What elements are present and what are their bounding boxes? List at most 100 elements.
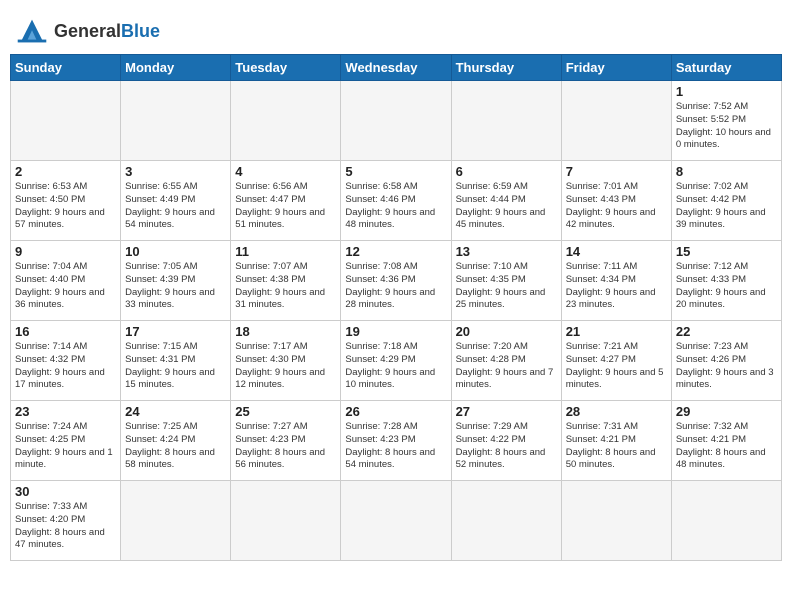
day-number: 3 bbox=[125, 164, 226, 179]
calendar-cell: 12 Sunrise: 7:08 AM Sunset: 4:36 PM Dayli… bbox=[341, 241, 451, 321]
day-info: Sunrise: 7:21 AM Sunset: 4:27 PM Dayligh… bbox=[566, 341, 667, 392]
page-header: GeneralBlue bbox=[10, 10, 782, 46]
day-number: 22 bbox=[676, 324, 777, 339]
day-info: Sunrise: 7:31 AM Sunset: 4:21 PM Dayligh… bbox=[566, 421, 667, 472]
day-number: 27 bbox=[456, 404, 557, 419]
calendar-cell bbox=[341, 481, 451, 561]
day-number: 24 bbox=[125, 404, 226, 419]
calendar-cell bbox=[121, 81, 231, 161]
calendar-cell: 21 Sunrise: 7:21 AM Sunset: 4:27 PM Dayli… bbox=[561, 321, 671, 401]
day-number: 12 bbox=[345, 244, 446, 259]
calendar-cell: 2 Sunrise: 6:53 AM Sunset: 4:50 PM Daylig… bbox=[11, 161, 121, 241]
calendar-cell bbox=[671, 481, 781, 561]
day-info: Sunrise: 7:25 AM Sunset: 4:24 PM Dayligh… bbox=[125, 421, 226, 472]
day-number: 7 bbox=[566, 164, 667, 179]
calendar-cell bbox=[341, 81, 451, 161]
day-number: 1 bbox=[676, 84, 777, 99]
logo-text: GeneralBlue bbox=[54, 21, 160, 42]
day-number: 19 bbox=[345, 324, 446, 339]
week-row-2: 9 Sunrise: 7:04 AM Sunset: 4:40 PM Daylig… bbox=[11, 241, 782, 321]
week-row-1: 2 Sunrise: 6:53 AM Sunset: 4:50 PM Daylig… bbox=[11, 161, 782, 241]
calendar-cell: 23 Sunrise: 7:24 AM Sunset: 4:25 PM Dayli… bbox=[11, 401, 121, 481]
day-info: Sunrise: 6:59 AM Sunset: 4:44 PM Dayligh… bbox=[456, 181, 557, 232]
day-number: 14 bbox=[566, 244, 667, 259]
calendar-cell: 11 Sunrise: 7:07 AM Sunset: 4:38 PM Dayli… bbox=[231, 241, 341, 321]
day-number: 18 bbox=[235, 324, 336, 339]
day-number: 10 bbox=[125, 244, 226, 259]
weekday-header-sunday: Sunday bbox=[11, 55, 121, 81]
day-number: 23 bbox=[15, 404, 116, 419]
calendar-cell bbox=[231, 481, 341, 561]
calendar-cell: 30 Sunrise: 7:33 AM Sunset: 4:20 PM Dayli… bbox=[11, 481, 121, 561]
calendar-cell: 29Sunrise: 7:32 AM Sunset: 4:21 PM Dayli… bbox=[671, 401, 781, 481]
calendar-cell: 16 Sunrise: 7:14 AM Sunset: 4:32 PM Dayli… bbox=[11, 321, 121, 401]
weekday-header-thursday: Thursday bbox=[451, 55, 561, 81]
calendar-cell: 22 Sunrise: 7:23 AM Sunset: 4:26 PM Dayli… bbox=[671, 321, 781, 401]
day-info: Sunrise: 7:32 AM Sunset: 4:21 PM Dayligh… bbox=[676, 421, 777, 472]
day-info: Sunrise: 7:27 AM Sunset: 4:23 PM Dayligh… bbox=[235, 421, 336, 472]
day-info: Sunrise: 7:23 AM Sunset: 4:26 PM Dayligh… bbox=[676, 341, 777, 392]
day-info: Sunrise: 7:02 AM Sunset: 4:42 PM Dayligh… bbox=[676, 181, 777, 232]
day-number: 21 bbox=[566, 324, 667, 339]
day-info: Sunrise: 6:56 AM Sunset: 4:47 PM Dayligh… bbox=[235, 181, 336, 232]
day-info: Sunrise: 6:55 AM Sunset: 4:49 PM Dayligh… bbox=[125, 181, 226, 232]
day-number: 28 bbox=[566, 404, 667, 419]
day-info: Sunrise: 6:53 AM Sunset: 4:50 PM Dayligh… bbox=[15, 181, 116, 232]
day-number: 16 bbox=[15, 324, 116, 339]
calendar-cell: 15Sunrise: 7:12 AM Sunset: 4:33 PM Dayli… bbox=[671, 241, 781, 321]
day-number: 2 bbox=[15, 164, 116, 179]
weekday-header-friday: Friday bbox=[561, 55, 671, 81]
day-info: Sunrise: 7:28 AM Sunset: 4:23 PM Dayligh… bbox=[345, 421, 446, 472]
calendar-cell: 7 Sunrise: 7:01 AM Sunset: 4:43 PM Daylig… bbox=[561, 161, 671, 241]
day-number: 30 bbox=[15, 484, 116, 499]
day-info: Sunrise: 7:33 AM Sunset: 4:20 PM Dayligh… bbox=[15, 501, 116, 552]
weekday-header-monday: Monday bbox=[121, 55, 231, 81]
logo-icon bbox=[14, 16, 50, 46]
day-number: 8 bbox=[676, 164, 777, 179]
day-number: 5 bbox=[345, 164, 446, 179]
calendar-cell bbox=[451, 81, 561, 161]
calendar-cell: 27 Sunrise: 7:29 AM Sunset: 4:22 PM Dayli… bbox=[451, 401, 561, 481]
day-info: Sunrise: 7:29 AM Sunset: 4:22 PM Dayligh… bbox=[456, 421, 557, 472]
weekday-header-saturday: Saturday bbox=[671, 55, 781, 81]
calendar-cell: 25 Sunrise: 7:27 AM Sunset: 4:23 PM Dayli… bbox=[231, 401, 341, 481]
calendar-cell: 1 Sunrise: 7:52 AM Sunset: 5:52 PM Daylig… bbox=[671, 81, 781, 161]
calendar-cell: 28 Sunrise: 7:31 AM Sunset: 4:21 PM Dayli… bbox=[561, 401, 671, 481]
calendar-cell bbox=[561, 81, 671, 161]
day-number: 11 bbox=[235, 244, 336, 259]
day-info: Sunrise: 7:52 AM Sunset: 5:52 PM Dayligh… bbox=[676, 101, 777, 152]
logo: GeneralBlue bbox=[14, 10, 160, 46]
weekday-header-tuesday: Tuesday bbox=[231, 55, 341, 81]
day-info: Sunrise: 7:04 AM Sunset: 4:40 PM Dayligh… bbox=[15, 261, 116, 312]
day-number: 20 bbox=[456, 324, 557, 339]
day-number: 13 bbox=[456, 244, 557, 259]
calendar-cell: 10Sunrise: 7:05 AM Sunset: 4:39 PM Dayli… bbox=[121, 241, 231, 321]
day-number: 26 bbox=[345, 404, 446, 419]
calendar-cell bbox=[231, 81, 341, 161]
day-info: Sunrise: 7:10 AM Sunset: 4:35 PM Dayligh… bbox=[456, 261, 557, 312]
calendar-cell: 5 Sunrise: 6:58 AM Sunset: 4:46 PM Daylig… bbox=[341, 161, 451, 241]
weekday-header-row: SundayMondayTuesdayWednesdayThursdayFrid… bbox=[11, 55, 782, 81]
day-info: Sunrise: 7:14 AM Sunset: 4:32 PM Dayligh… bbox=[15, 341, 116, 392]
day-info: Sunrise: 7:20 AM Sunset: 4:28 PM Dayligh… bbox=[456, 341, 557, 392]
calendar-cell: 18 Sunrise: 7:17 AM Sunset: 4:30 PM Dayli… bbox=[231, 321, 341, 401]
day-info: Sunrise: 7:17 AM Sunset: 4:30 PM Dayligh… bbox=[235, 341, 336, 392]
day-info: Sunrise: 7:08 AM Sunset: 4:36 PM Dayligh… bbox=[345, 261, 446, 312]
day-number: 9 bbox=[15, 244, 116, 259]
calendar-cell: 17 Sunrise: 7:15 AM Sunset: 4:31 PM Dayli… bbox=[121, 321, 231, 401]
day-info: Sunrise: 7:01 AM Sunset: 4:43 PM Dayligh… bbox=[566, 181, 667, 232]
calendar-cell: 4Sunrise: 6:56 AM Sunset: 4:47 PM Daylig… bbox=[231, 161, 341, 241]
day-info: Sunrise: 7:24 AM Sunset: 4:25 PM Dayligh… bbox=[15, 421, 116, 472]
day-number: 25 bbox=[235, 404, 336, 419]
week-row-4: 23 Sunrise: 7:24 AM Sunset: 4:25 PM Dayli… bbox=[11, 401, 782, 481]
day-number: 17 bbox=[125, 324, 226, 339]
calendar-cell: 24 Sunrise: 7:25 AM Sunset: 4:24 PM Dayli… bbox=[121, 401, 231, 481]
calendar: SundayMondayTuesdayWednesdayThursdayFrid… bbox=[10, 54, 782, 561]
day-info: Sunrise: 7:07 AM Sunset: 4:38 PM Dayligh… bbox=[235, 261, 336, 312]
day-info: Sunrise: 7:15 AM Sunset: 4:31 PM Dayligh… bbox=[125, 341, 226, 392]
day-info: Sunrise: 6:58 AM Sunset: 4:46 PM Dayligh… bbox=[345, 181, 446, 232]
day-info: Sunrise: 7:18 AM Sunset: 4:29 PM Dayligh… bbox=[345, 341, 446, 392]
day-info: Sunrise: 7:11 AM Sunset: 4:34 PM Dayligh… bbox=[566, 261, 667, 312]
calendar-cell bbox=[121, 481, 231, 561]
calendar-cell bbox=[561, 481, 671, 561]
